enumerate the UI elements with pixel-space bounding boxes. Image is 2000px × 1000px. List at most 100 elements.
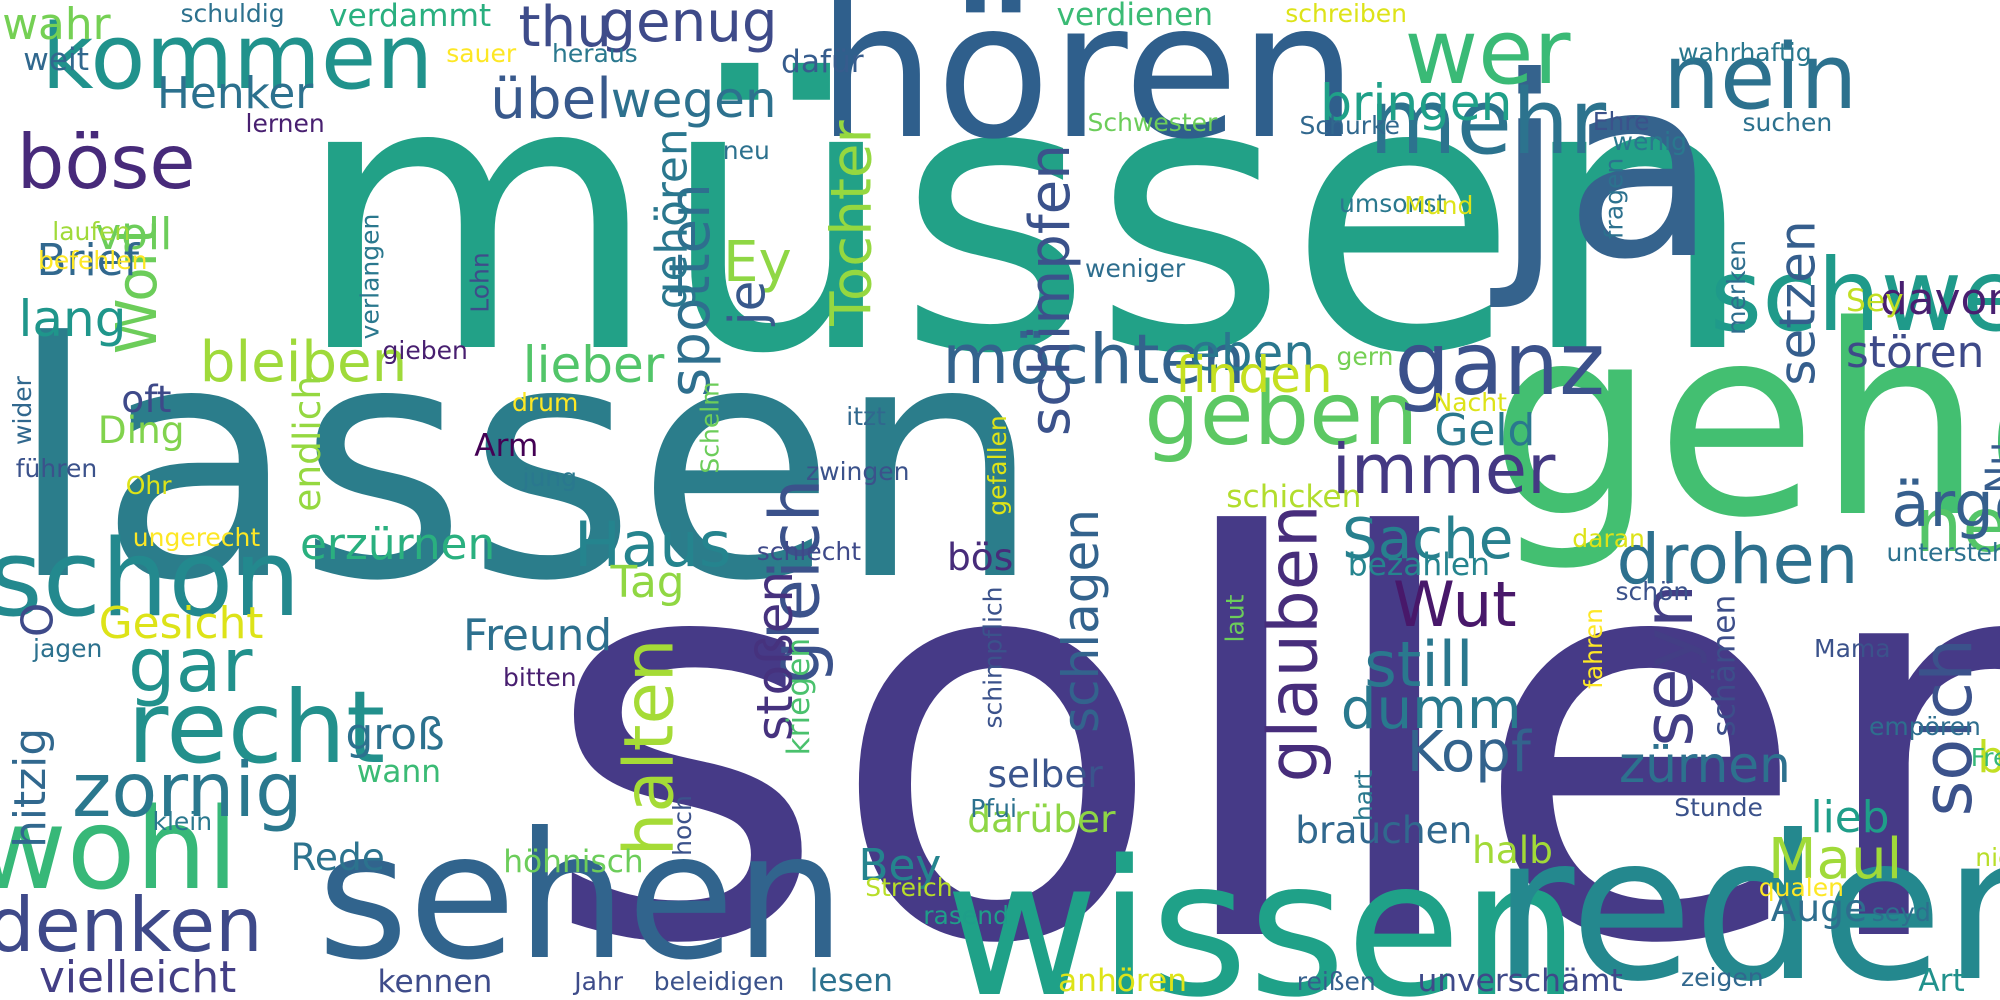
cloud-word: halb <box>1472 828 1553 873</box>
cloud-word: selber <box>987 752 1103 796</box>
cloud-word: Gesicht <box>98 597 264 649</box>
cloud-word: Tag <box>610 556 685 608</box>
cloud-word: Streich <box>865 873 953 902</box>
cloud-word: niederträchtig <box>1975 843 2000 872</box>
cloud-word: Schelm <box>695 381 725 474</box>
cloud-word: wann <box>356 754 442 790</box>
cloud-word: befehlen <box>38 245 148 275</box>
cloud-word: schämen <box>1706 594 1743 737</box>
cloud-word: Ohr <box>125 470 172 500</box>
cloud-word: jung <box>522 463 578 492</box>
cloud-word: lang <box>18 289 127 348</box>
cloud-word: schimpflich <box>978 586 1008 729</box>
cloud-word: führen <box>15 454 98 484</box>
cloud-word: zwingen <box>806 456 910 486</box>
cloud-word: Nacht <box>1433 388 1507 417</box>
cloud-word: lieber <box>522 336 665 394</box>
cloud-word: laut <box>1220 594 1250 643</box>
cloud-word: daran <box>1572 524 1645 554</box>
cloud-word: hart <box>1349 769 1379 821</box>
cloud-word: gehören <box>646 128 698 310</box>
word-cloud: müssensollenlassengehenhörenjawissenrede… <box>0 0 2000 1000</box>
cloud-word: drum <box>512 388 579 417</box>
cloud-word: fragen <box>1599 158 1628 240</box>
cloud-word: sehen <box>317 796 846 999</box>
cloud-word: kriegen <box>781 637 818 756</box>
cloud-word: bitten <box>503 663 577 692</box>
cloud-word: unterstehen <box>1886 538 2000 567</box>
cloud-word: fahren <box>1579 608 1609 690</box>
cloud-word: lesen <box>809 962 893 999</box>
cloud-word: dumm <box>1340 677 1522 742</box>
cloud-word: Arm <box>474 427 539 464</box>
cloud-word: hoch <box>667 794 697 856</box>
cloud-word: O <box>11 602 63 638</box>
cloud-word: vielleicht <box>39 951 237 1000</box>
cloud-word: verdienen <box>1056 0 1214 33</box>
cloud-word: reißen <box>1296 966 1376 996</box>
cloud-word: beleidigen <box>653 966 785 996</box>
cloud-word: Freundschaft <box>1970 743 2000 772</box>
cloud-word: Sey <box>1846 282 1904 319</box>
cloud-word: wahrhaftig <box>1678 38 1812 67</box>
cloud-word: Pfui <box>970 794 1017 824</box>
cloud-word: heraus <box>552 39 638 69</box>
cloud-word: wahr <box>2 0 111 50</box>
cloud-word: schlecht <box>756 536 862 566</box>
cloud-word: zürnen <box>1619 736 1791 794</box>
cloud-word: Nu <box>1977 441 2000 494</box>
cloud-word: laufen <box>52 216 131 246</box>
cloud-word: verlangen <box>355 213 385 340</box>
cloud-word: glauben <box>1253 504 1334 783</box>
cloud-word: empören <box>1869 711 1981 741</box>
cloud-word: verdammt <box>329 0 492 34</box>
cloud-word: gefallen <box>982 414 1012 516</box>
cloud-word: Schurke <box>1299 110 1401 140</box>
cloud-word: gieben <box>382 335 468 365</box>
cloud-word: wenig <box>1612 126 1688 156</box>
cloud-word: Tochter <box>819 119 885 326</box>
cloud-word: schimpfen <box>1018 144 1084 437</box>
cloud-word: merken <box>1721 240 1751 335</box>
cloud-word: Art <box>1918 962 1965 999</box>
cloud-word: endlich <box>284 375 329 512</box>
cloud-word: Schwester <box>1087 108 1218 137</box>
cloud-word: unverschämt <box>1417 962 1623 999</box>
cloud-word: groß <box>345 709 445 760</box>
cloud-word: wegen <box>610 71 777 129</box>
cloud-word: seyn <box>1628 583 1709 747</box>
cloud-word: schicken <box>1226 479 1362 515</box>
cloud-word: bös <box>947 534 1014 579</box>
cloud-word: Rede <box>290 834 385 879</box>
cloud-word: oft <box>121 377 172 421</box>
cloud-word: erzürnen <box>300 519 496 570</box>
cloud-word: seyd <box>1871 898 1931 927</box>
cloud-word: ungerecht <box>132 523 261 552</box>
cloud-word: weniger <box>1085 254 1186 284</box>
cloud-word: brauchen <box>1295 808 1473 853</box>
cloud-word: Mund <box>1404 190 1474 220</box>
cloud-word: hitzig <box>5 727 57 848</box>
cloud-word: suchen <box>1742 108 1833 137</box>
cloud-word: wider <box>7 375 37 445</box>
cloud-word: finden <box>1175 346 1333 404</box>
cloud-word: Lohn <box>465 252 495 313</box>
cloud-word: stören <box>1846 326 1985 378</box>
cloud-word: Mama <box>1814 634 1891 664</box>
cloud-word: itzt <box>846 401 886 431</box>
cloud-word: lernen <box>245 109 325 139</box>
cloud-word: anhören <box>1058 962 1188 999</box>
cloud-word: weit <box>23 41 89 78</box>
cloud-word: je <box>718 280 777 325</box>
cloud-word: neu <box>722 135 770 165</box>
cloud-word: kennen <box>377 964 493 1000</box>
cloud-word: schlagen <box>1052 509 1111 734</box>
cloud-word: schuldig <box>180 0 285 29</box>
cloud-word: Stunde <box>1674 793 1763 822</box>
cloud-word: schreiben <box>1285 0 1408 29</box>
cloud-word: jagen <box>33 634 103 664</box>
cloud-word: setzen <box>1768 219 1827 386</box>
cloud-word: zeigen <box>1681 963 1764 992</box>
cloud-word: bezahlen <box>1347 546 1490 583</box>
cloud-word: böse <box>16 118 196 206</box>
